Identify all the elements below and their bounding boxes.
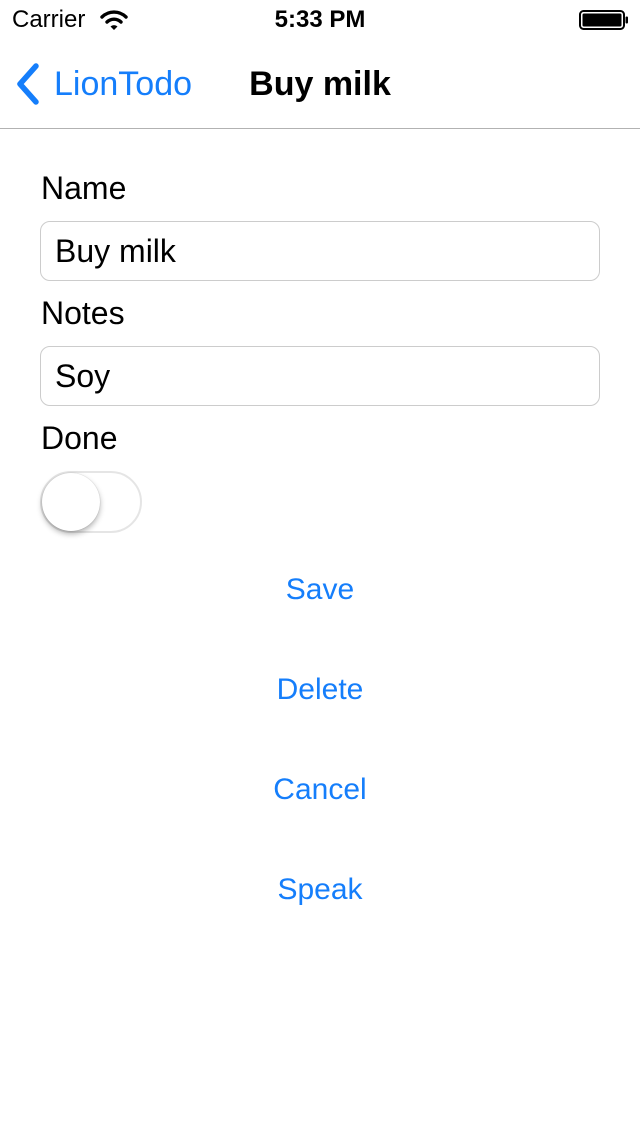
notes-field[interactable]: Soy xyxy=(40,346,600,406)
battery-icon xyxy=(579,10,628,30)
page-title: Buy milk xyxy=(249,65,391,103)
notes-label: Notes xyxy=(41,295,125,331)
name-label: Name xyxy=(41,170,127,206)
switch-knob xyxy=(42,473,100,531)
speak-button[interactable]: Speak xyxy=(0,870,640,910)
name-field[interactable]: Buy milk xyxy=(40,221,600,281)
notes-field-value: Soy xyxy=(55,358,111,394)
status-time: 5:33 PM xyxy=(274,6,366,33)
cancel-button[interactable]: Cancel xyxy=(0,770,640,810)
done-label: Done xyxy=(41,420,118,456)
save-button[interactable]: Save xyxy=(0,570,640,610)
done-switch[interactable] xyxy=(40,471,142,533)
navigation-bar: LionTodo Buy milk xyxy=(0,40,640,129)
delete-button[interactable]: Delete xyxy=(0,670,640,710)
status-bar: Carrier 5:33 PM xyxy=(0,0,640,40)
name-field-value: Buy milk xyxy=(55,233,176,269)
